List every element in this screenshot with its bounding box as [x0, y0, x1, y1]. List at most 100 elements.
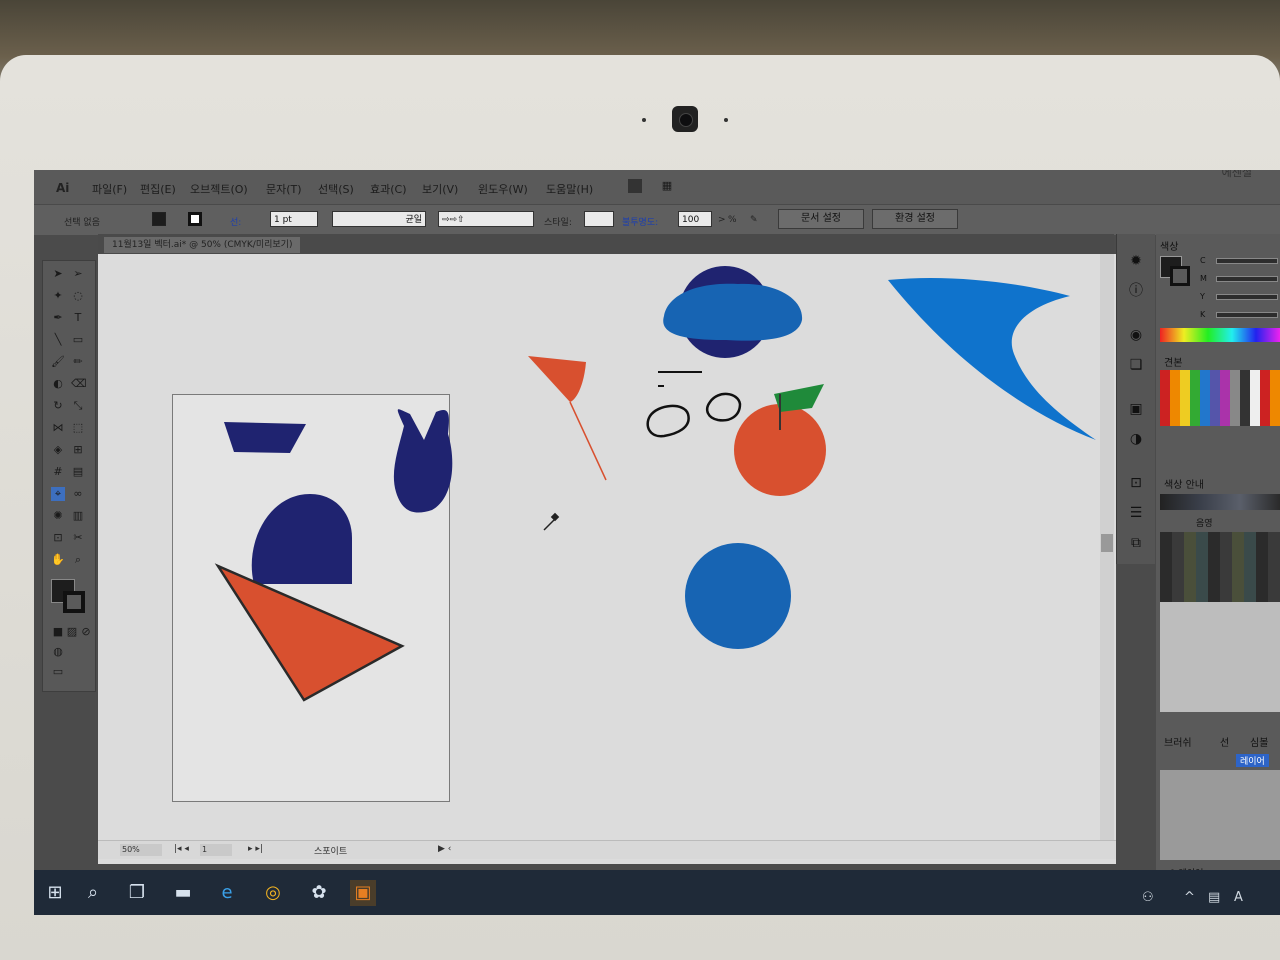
preferences-button[interactable]: 환경 설정 [872, 209, 958, 229]
color-mode-icon[interactable]: ■ [51, 625, 65, 639]
paintbrush-tool-icon[interactable]: 🖌 [51, 355, 65, 369]
pathfinder-icon[interactable]: ⧉ [1127, 534, 1145, 552]
menu-select[interactable]: 선택(S) [318, 181, 354, 197]
draw-mode-icon[interactable]: ◍ [51, 645, 65, 659]
gradient-tool-icon[interactable]: ▤ [71, 465, 85, 479]
menu-type[interactable]: 문자(T) [266, 181, 302, 197]
network-icon[interactable]: ▤ [1208, 890, 1220, 905]
stroke-swatch[interactable] [188, 212, 202, 226]
yellow-slider[interactable] [1216, 294, 1278, 300]
menu-effect[interactable]: 효과(C) [370, 181, 407, 197]
pencil-tool-icon[interactable]: ✏ [71, 355, 85, 369]
selection-tool-icon[interactable]: ➤ [51, 267, 65, 281]
document-tab[interactable]: 11월13일 벡터.ai* @ 50% (CMYK/미리보기) [104, 237, 301, 253]
tray-chevron-icon[interactable]: ^ [1184, 890, 1195, 905]
free-transform-tool-icon[interactable]: ⬚ [71, 421, 85, 435]
canvas[interactable] [98, 254, 1116, 864]
people-icon[interactable]: ⚇ [1142, 890, 1154, 905]
style-select[interactable] [584, 211, 614, 227]
magic-wand-tool-icon[interactable]: ✦ [51, 289, 65, 303]
stroke-panel-tab[interactable]: 선 [1220, 734, 1229, 749]
vertical-scrollbar[interactable] [1100, 254, 1114, 854]
pen-tool-icon[interactable]: ✒ [51, 311, 65, 325]
appearance-icon[interactable]: ✹ [1127, 252, 1145, 270]
type-tool-icon[interactable]: T [71, 311, 85, 325]
rectangle-tool-icon[interactable]: ▭ [71, 333, 85, 347]
blue-boomerang[interactable] [888, 277, 1096, 440]
menu-window[interactable]: 윈도우(W) [478, 181, 528, 197]
zoom-tool-icon[interactable]: ⌕ [71, 553, 85, 567]
rotate-tool-icon[interactable]: ↻ [51, 399, 65, 413]
symbol-sprayer-tool-icon[interactable]: ✺ [51, 509, 65, 523]
color-guide-panel-tab[interactable]: 색상 안내 [1164, 476, 1204, 491]
slice-tool-icon[interactable]: ✂ [71, 531, 85, 545]
bridge-icon[interactable] [628, 179, 642, 193]
gradient-icon[interactable]: ▣ [1127, 400, 1145, 418]
swatches-panel-tab[interactable]: 견본 [1164, 354, 1182, 369]
stroke-label[interactable]: 선: [230, 215, 241, 228]
brush-profile-select[interactable]: 균일 [332, 211, 426, 227]
shape-builder-tool-icon[interactable]: ◈ [51, 443, 65, 457]
navy-trapezoid[interactable] [224, 422, 306, 453]
brush-definition-select[interactable]: ⇨⇨⇧ [438, 211, 534, 227]
mesh-tool-icon[interactable]: # [51, 465, 65, 479]
first-page-icon[interactable]: |◂ ◂ [174, 844, 189, 854]
screen-mode-icon[interactable]: ▭ [51, 665, 65, 679]
lasso-tool-icon[interactable]: ◌ [71, 289, 85, 303]
harmony-colors-strip[interactable] [1160, 494, 1280, 510]
direct-selection-tool-icon[interactable]: ➢ [71, 267, 85, 281]
workspace-switcher[interactable]: 에센셜 [1222, 170, 1252, 180]
transform-icon[interactable]: ⊡ [1127, 474, 1145, 492]
stroke-weight-field[interactable]: 1 pt [270, 211, 318, 227]
menu-edit[interactable]: 편집(E) [140, 181, 176, 197]
width-tool-icon[interactable]: ⋈ [51, 421, 65, 435]
artboard-tool-icon[interactable]: ⊡ [51, 531, 65, 545]
navy-rabbit-shape[interactable] [393, 409, 453, 513]
perspective-grid-tool-icon[interactable]: ⊞ [71, 443, 85, 457]
blob-brush-tool-icon[interactable]: ◐ [51, 377, 65, 391]
column-graph-tool-icon[interactable]: ▥ [71, 509, 85, 523]
orange-triangle[interactable] [214, 563, 405, 702]
black-outline-loop-right[interactable] [706, 392, 742, 422]
opacity-field[interactable]: 100 [678, 211, 712, 227]
symbols-panel-tab[interactable]: 심볼 [1250, 734, 1268, 749]
recolor-icon[interactable]: ✎ [750, 215, 758, 225]
opacity-label[interactable]: 불투명도: [622, 215, 658, 228]
eraser-tool-icon[interactable]: ⌫ [71, 377, 87, 391]
swatch-grid[interactable] [1160, 370, 1280, 426]
cyan-slider[interactable] [1216, 258, 1278, 264]
menu-help[interactable]: 도움말(H) [546, 181, 593, 197]
color-spectrum[interactable] [1160, 328, 1280, 342]
align-icon[interactable]: ☰ [1127, 504, 1145, 522]
scale-tool-icon[interactable]: ⤡ [71, 399, 85, 413]
layers-list[interactable] [1160, 770, 1280, 860]
arrange-documents-icon[interactable]: ▦ [660, 179, 674, 193]
status-menu-arrow-icon[interactable]: ▶ ‹ [438, 844, 451, 854]
app-icon[interactable]: ✿ [306, 880, 332, 906]
graphic-styles-icon[interactable]: ◉ [1127, 326, 1145, 344]
illustrator-taskbar-icon[interactable]: ▣ [350, 880, 376, 906]
zoom-field[interactable]: 50% [120, 844, 162, 856]
document-setup-button[interactable]: 문서 설정 [778, 209, 864, 229]
black-outline-loop-left[interactable] [646, 404, 690, 438]
harmony-rule-label[interactable]: 음영 [1196, 516, 1213, 529]
color-guide-grid[interactable] [1160, 532, 1280, 602]
opacity-arrow-icon[interactable]: > [718, 215, 726, 225]
blue-circle[interactable] [685, 543, 791, 649]
vertical-scroll-thumb[interactable] [1101, 534, 1113, 552]
menu-file[interactable]: 파일(F) [92, 181, 127, 197]
green-leaf[interactable] [774, 384, 824, 412]
menu-view[interactable]: 보기(V) [422, 181, 458, 197]
page-field[interactable]: 1 [200, 844, 232, 856]
task-view-icon[interactable]: ❐ [124, 880, 150, 906]
layers-panel-tab[interactable]: 레이어 [1236, 754, 1269, 767]
gradient-mode-icon[interactable]: ▨ [65, 625, 79, 639]
start-button-icon[interactable]: ⊞ [42, 880, 68, 906]
next-page-icon[interactable]: ▸ ▸| [248, 844, 263, 854]
brushes-panel-tab[interactable]: 브러쉬 [1164, 734, 1192, 749]
none-mode-icon[interactable]: ⊘ [79, 625, 93, 639]
magenta-slider[interactable] [1216, 276, 1278, 282]
stroke-color-box[interactable] [63, 591, 85, 613]
color-stroke-box[interactable] [1170, 266, 1190, 286]
search-icon[interactable]: ⌕ [80, 880, 106, 906]
